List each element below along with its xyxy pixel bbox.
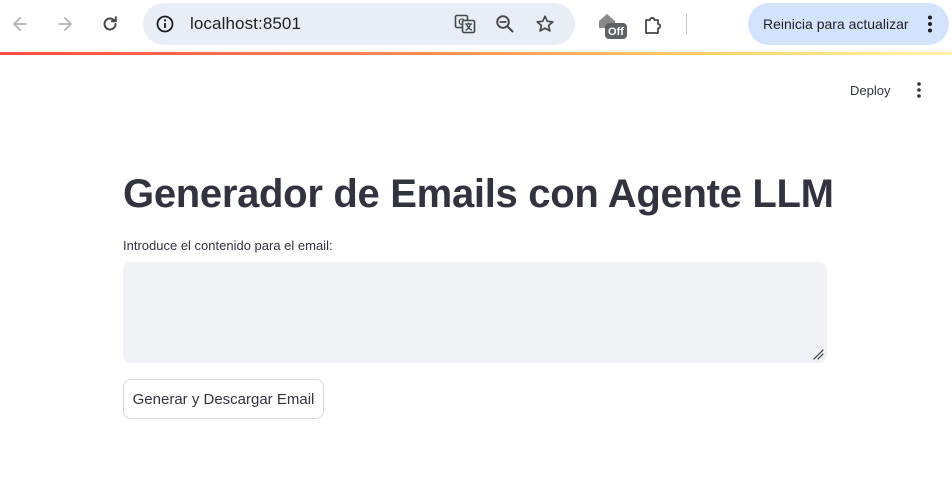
address-bar[interactable]: localhost:8501 G (143, 3, 575, 45)
star-icon (536, 15, 554, 32)
app-menu-button[interactable] (906, 78, 932, 102)
house-off-extension-icon: Off (599, 14, 627, 39)
info-icon (156, 15, 174, 33)
reload-icon (103, 16, 117, 31)
zoom-button[interactable] (493, 12, 517, 36)
translate-button[interactable]: G (453, 12, 477, 36)
zoom-out-icon (496, 15, 514, 33)
more-vert-icon (928, 15, 932, 33)
bookmark-button[interactable] (533, 12, 557, 36)
arrow-left-icon (13, 17, 27, 31)
extension-button[interactable]: Off (596, 10, 628, 40)
reload-button[interactable] (94, 8, 126, 40)
resize-handle-icon[interactable] (812, 348, 824, 360)
translate-icon: G (454, 14, 476, 34)
email-content-label: Introduce el contenido para el email: (123, 238, 333, 253)
browser-toolbar: localhost:8501 G Off (0, 0, 952, 52)
back-button[interactable] (4, 8, 36, 40)
email-content-input[interactable] (123, 262, 827, 363)
arrow-right-icon (58, 17, 72, 31)
url-text[interactable]: localhost:8501 (190, 14, 301, 34)
puzzle-icon (645, 16, 662, 34)
generate-download-button[interactable]: Generar y Descargar Email (123, 379, 324, 419)
toolbar-separator (686, 14, 687, 34)
chrome-menu-button[interactable] (920, 12, 940, 36)
page-title: Generador de Emails con Agente LLM (123, 172, 834, 216)
extensions-menu-button[interactable] (640, 10, 668, 40)
decoration-gradient-bar (0, 52, 952, 55)
site-info-button[interactable] (153, 12, 177, 36)
extension-badge-text: Off (608, 26, 624, 38)
update-button[interactable]: Reinicia para actualizar (748, 3, 949, 45)
deploy-button[interactable]: Deploy (840, 78, 900, 102)
forward-button[interactable] (49, 8, 81, 40)
update-label: Reinicia para actualizar (763, 16, 909, 32)
more-vert-icon (917, 82, 921, 98)
